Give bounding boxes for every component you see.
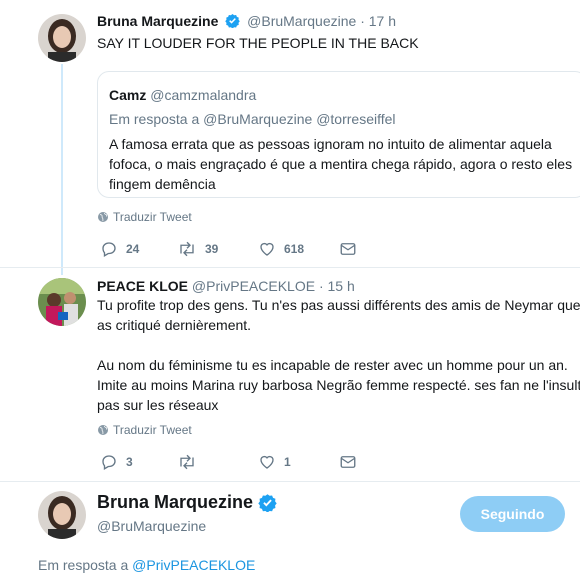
avatar-bruna[interactable] [38,491,86,539]
tweet-header: PEACE KLOE @PrivPEACEKLOE · 15 h [97,277,355,295]
tweet-text-line: Au nom du féminisme tu es incapable de r… [97,357,568,373]
reply-to-line: Em resposta a @PrivPEACEKLOE [38,557,255,573]
tweet-text-line: Imite au moins Marina ruy barbosa Negrão… [97,377,580,393]
following-button[interactable]: Seguindo [460,496,565,532]
retweet-button[interactable] [177,453,205,471]
thread-connector-line [61,64,63,275]
avatar-bruna[interactable] [38,14,86,62]
tweet-text-line: Tu profite trop des gens. Tu n'es pas au… [97,297,580,313]
reply-button[interactable]: 24 [100,240,139,258]
author-name[interactable]: PEACE KLOE [97,278,188,294]
like-icon [260,242,274,256]
author-name[interactable]: Bruna Marquezine [97,13,218,29]
verified-icon [225,13,240,28]
reply-icon [102,242,116,257]
retweet-icon [180,241,194,257]
dm-button[interactable] [339,453,357,471]
like-count: 1 [284,455,291,469]
retweet-icon [180,454,194,470]
author-handle[interactable]: @BruMarquezine [247,13,356,29]
quoted-header: Camz @camzmalandra [109,86,256,104]
quoted-author-handle: @camzmalandra [150,87,257,103]
quoted-reply-to: Em resposta a @BruMarquezine @torreseiff… [109,110,396,128]
retweet-button[interactable]: 39 [177,240,218,258]
author-handle[interactable]: @BruMarquezine [97,518,206,534]
dm-icon [340,243,356,255]
author-name[interactable]: Bruna Marquezine [97,492,253,513]
reply-button[interactable]: 3 [100,453,133,471]
like-count: 618 [284,242,305,256]
dm-button[interactable] [339,240,357,258]
focused-author-name-row: Bruna Marquezine [97,492,277,513]
tweet-time[interactable]: · 17 h [360,13,396,29]
translate-tweet-link[interactable]: Traduzir Tweet [97,423,192,437]
like-icon [260,455,274,469]
like-button[interactable]: 618 [258,240,304,258]
tweet-time[interactable]: · 15 h [319,278,355,294]
quoted-reply-prefix: Em resposta a [109,111,200,127]
reply-icon [102,455,116,470]
globe-icon [98,212,108,222]
tweet-header: Bruna Marquezine @BruMarquezine · 17 h [97,12,396,30]
avatar-bruna-image [38,14,86,62]
quoted-text-line: A famosa errata que as pessoas ignoram n… [109,136,552,152]
translate-label: Traduzir Tweet [113,423,192,437]
quoted-text-line: fofoca, o mais engraçado é que a mentira… [109,156,573,172]
retweet-count: 39 [205,242,219,256]
tweet-text-line: pas sur les réseaux [97,397,219,413]
tweet-divider [0,481,580,482]
avatar-peace-kloe-image [38,278,86,326]
quoted-text-line: fingem demência [109,176,216,192]
translate-tweet-link[interactable]: Traduzir Tweet [97,210,192,224]
dm-icon [340,456,356,468]
reply-prefix: Em resposta a [38,557,129,573]
tweet-divider [0,267,580,268]
quoted-author-name: Camz [109,87,147,103]
tweet-text: SAY IT LOUDER FOR THE PEOPLE IN THE BACK [97,35,419,51]
author-handle[interactable]: @PrivPEACEKLOE [192,278,315,294]
avatar-bruna-image [38,491,86,539]
quoted-reply-handles: @BruMarquezine @torreseiffel [203,111,396,127]
reply-count: 3 [126,455,133,469]
quoted-tweet[interactable]: Camz @camzmalandra Em resposta a @BruMar… [97,71,580,198]
reply-to-handle[interactable]: @PrivPEACEKLOE [132,557,255,573]
reply-count: 24 [126,242,140,256]
tweet-text-line: as critiqué dernièrement. [97,317,252,333]
verified-icon [258,494,277,512]
avatar-peace-kloe[interactable] [38,278,86,326]
translate-label: Traduzir Tweet [113,210,192,224]
like-button[interactable]: 1 [258,453,291,471]
globe-icon [98,425,108,435]
